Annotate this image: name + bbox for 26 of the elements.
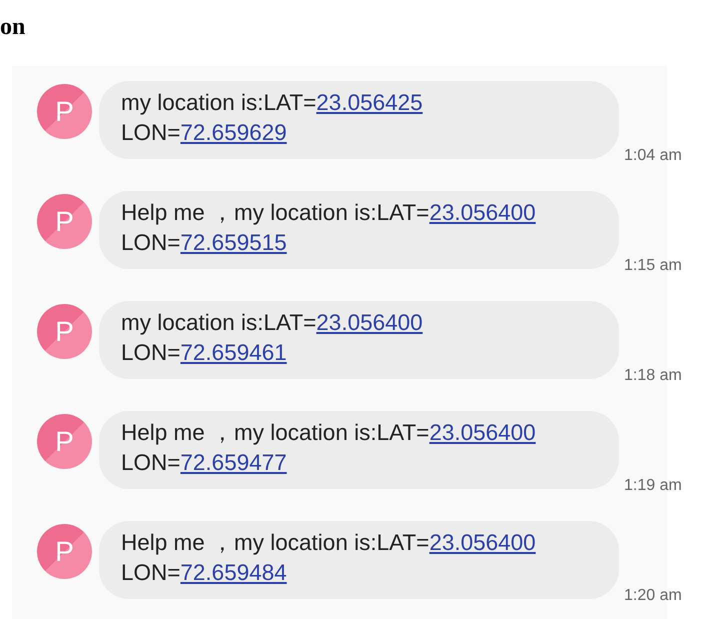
avatar: P [37, 84, 92, 139]
latitude-link[interactable]: 23.056400 [316, 310, 423, 335]
longitude-link[interactable]: 72.659515 [180, 230, 287, 255]
latitude-link[interactable]: 23.056400 [429, 420, 536, 445]
heading-text: on [0, 13, 26, 42]
message-text: Help me ，my location is:LAT=23.056400 LON=72.659515 [121, 199, 537, 257]
message-time: 1:04 am [624, 147, 682, 165]
latitude-link[interactable]: 23.056425 [316, 90, 423, 115]
message-text: my location is:LAT=23.056425 LON=72.659629 [121, 89, 424, 147]
longitude-link[interactable]: 72.659484 [180, 560, 287, 585]
message-time: 1:18 am [624, 367, 682, 385]
latitude-link[interactable]: 23.056400 [429, 530, 536, 555]
message-text: Help me ，my location is:LAT=23.056400 LON=72.659484 [121, 529, 537, 587]
latitude-link[interactable]: 23.056400 [429, 200, 536, 225]
avatar: P [37, 414, 92, 469]
avatar: P [37, 194, 92, 249]
message-time: 1:20 am [624, 587, 682, 605]
message-text: my location is:LAT=23.056400 LON=72.659461 [121, 309, 424, 367]
avatar: P [37, 524, 92, 579]
longitude-link[interactable]: 72.659477 [180, 450, 287, 475]
longitude-link[interactable]: 72.659629 [180, 120, 287, 145]
message-text: Help me ，my location is:LAT=23.056400 LON=72.659477 [121, 419, 537, 477]
longitude-link[interactable]: 72.659461 [180, 340, 287, 365]
avatar: P [37, 304, 92, 359]
message-time: 1:15 am [624, 257, 682, 275]
message-time: 1:19 am [624, 477, 682, 495]
